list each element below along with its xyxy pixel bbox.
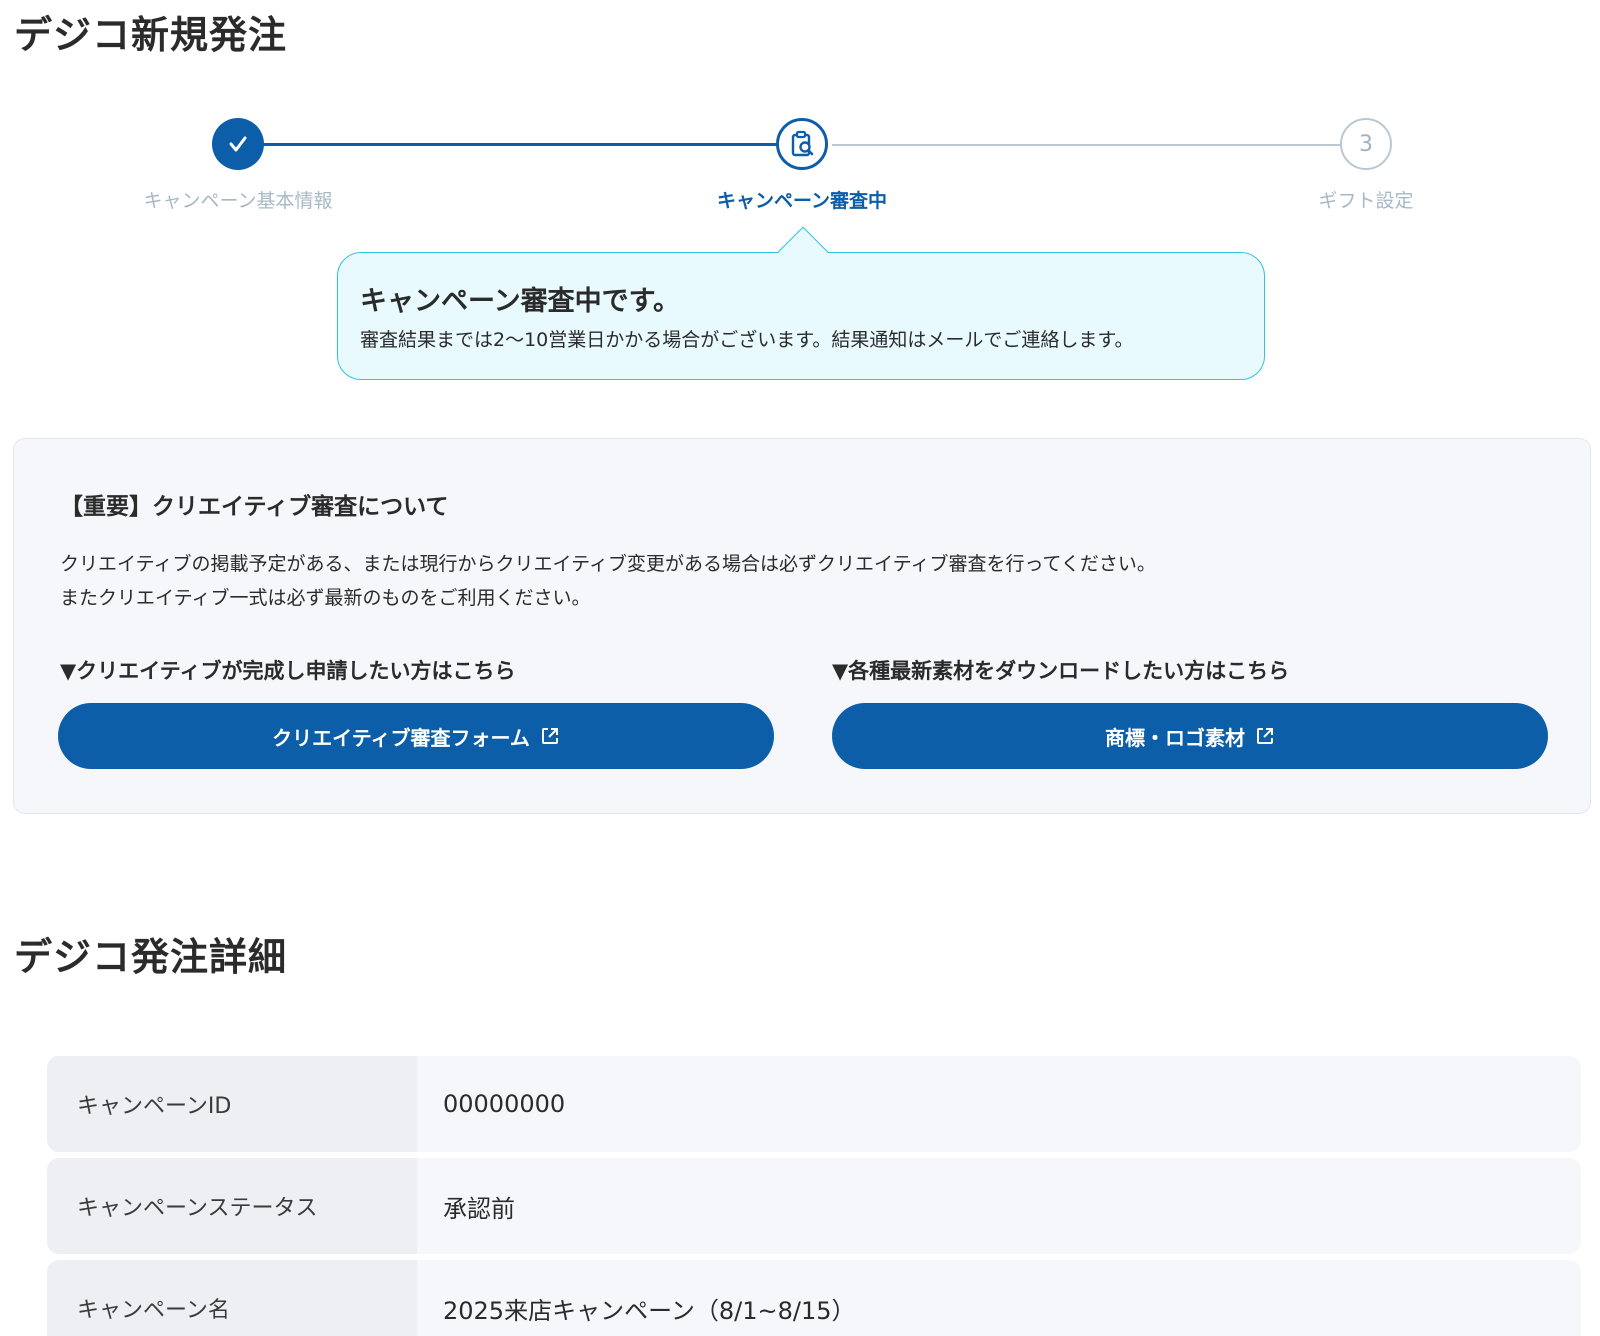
page: デジコ新規発注 3 キャンペーン基本情報 キャンペーン審査中 ギフト設定 キャン… — [0, 0, 1600, 1336]
order-details-table: キャンペーンID 00000000 キャンペーンステータス 承認前 キャンペーン… — [47, 1056, 1581, 1336]
step-2-circle — [776, 118, 828, 170]
notice-body: クリエイティブの掲載予定がある、または現行からクリエイティブ変更がある場合は必ず… — [60, 547, 1156, 615]
external-link-icon — [541, 728, 558, 744]
external-link-icon — [1257, 728, 1273, 744]
details-section-title: デジコ発注詳細 — [14, 935, 288, 979]
detail-row-campaign-status: キャンペーンステータス 承認前 — [47, 1158, 1581, 1254]
detail-key: キャンペーンステータス — [47, 1158, 417, 1254]
trademark-logo-button[interactable]: 商標・ロゴ素材 — [832, 703, 1548, 769]
step-1-circle — [212, 118, 264, 170]
detail-value: 00000000 — [443, 1090, 566, 1118]
step-connector-todo — [832, 144, 1346, 146]
creative-review-form-button[interactable]: クリエイティブ審査フォーム — [58, 703, 774, 769]
detail-key: キャンペーン名 — [47, 1260, 417, 1336]
callout-body: 審査結果までは2〜10営業日かかる場合がございます。結果通知はメールでご連絡しま… — [360, 329, 1134, 351]
detail-row-campaign-name: キャンペーン名 2025来店キャンペーン（8/1~8/15） — [47, 1260, 1581, 1336]
detail-value: 承認前 — [443, 1194, 515, 1223]
detail-row-campaign-id: キャンペーンID 00000000 — [47, 1056, 1581, 1152]
trademark-logo-button-label: 商標・ロゴ素材 — [1105, 725, 1245, 750]
detail-key: キャンペーンID — [47, 1056, 417, 1152]
step-3-circle: 3 — [1340, 118, 1392, 170]
notice-line-1: クリエイティブの掲載予定がある、または現行からクリエイティブ変更がある場合は必ず… — [60, 553, 1156, 575]
creative-review-notice: 【重要】クリエイティブ審査について クリエイティブの掲載予定がある、または現行か… — [13, 438, 1591, 814]
callout-title: キャンペーン審査中です。 — [360, 286, 680, 317]
notice-line-2: またクリエイティブ一式は必ず最新のものをご利用ください。 — [60, 587, 591, 609]
check-icon — [229, 136, 247, 152]
page-title: デジコ新規発注 — [14, 13, 288, 57]
review-form-label: ▼クリエイティブが完成し申請したい方はこちら — [60, 659, 516, 683]
notice-title: 【重要】クリエイティブ審査について — [60, 494, 449, 520]
step-2-label: キャンペーン審査中 — [716, 190, 888, 212]
clipboard-search-icon — [791, 130, 814, 157]
materials-label: ▼各種最新素材をダウンロードしたい方はこちら — [832, 659, 1290, 683]
detail-value: 2025来店キャンペーン（8/1~8/15） — [443, 1296, 856, 1325]
step-connector-done — [260, 143, 780, 146]
step-3-label: ギフト設定 — [1318, 190, 1414, 212]
step-1-label: キャンペーン基本情報 — [143, 190, 333, 212]
creative-review-form-button-label: クリエイティブ審査フォーム — [272, 725, 530, 750]
